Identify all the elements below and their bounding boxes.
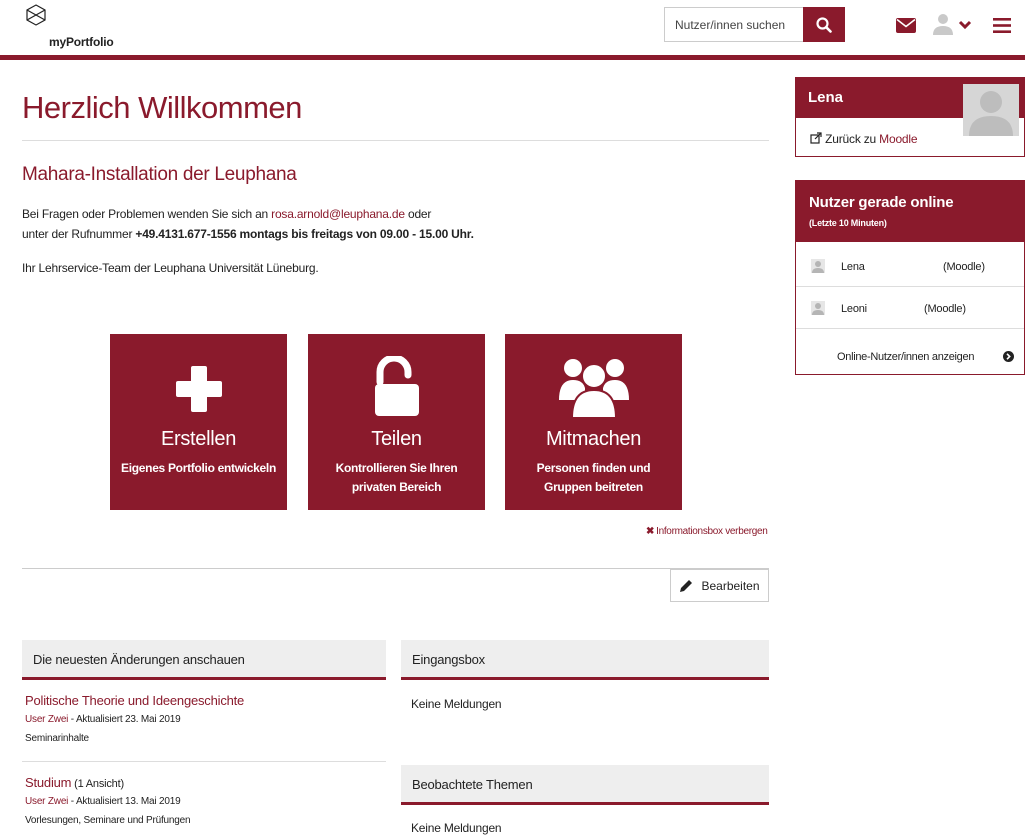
online-users-title: Nutzer gerade online xyxy=(809,194,954,211)
profile-card: Lena Zurück zu Moodle xyxy=(795,77,1025,157)
tile-create-title: Erstellen xyxy=(160,428,237,450)
user-icon xyxy=(811,301,825,315)
search-button[interactable] xyxy=(803,7,845,42)
search-input[interactable] xyxy=(664,7,804,42)
unlock-icon xyxy=(374,356,419,416)
back-to-moodle-link[interactable]: Zurück zu Moodle xyxy=(810,132,918,146)
feed-item-title-link[interactable]: Studium xyxy=(25,775,71,790)
tile-create-desc: Eigenes Portfolio entwickeln xyxy=(121,461,276,475)
user-icon[interactable] xyxy=(932,12,954,36)
search-icon xyxy=(816,16,832,33)
tile-share[interactable]: Teilen Kontrollieren Sie Ihren privaten … xyxy=(308,334,485,510)
user-icon xyxy=(811,259,825,273)
inbox-heading: Eingangsbox xyxy=(401,640,769,680)
mail-icon[interactable] xyxy=(896,18,916,33)
logo-icon[interactable] xyxy=(25,4,47,26)
external-link-icon xyxy=(810,132,822,144)
tile-participate-title: Mitmachen xyxy=(545,428,642,450)
online-user-source: (Moodle) xyxy=(924,303,966,315)
feed-divider xyxy=(22,761,386,762)
arrow-circle-right-icon[interactable] xyxy=(1003,351,1014,362)
feed-item-author-link[interactable]: User Zwei xyxy=(25,714,68,725)
hide-info-link[interactable]: ✖ Informationsbox verbergen xyxy=(646,526,768,537)
feed-item-title-link[interactable]: Politische Theorie und Ideengeschichte xyxy=(25,693,244,708)
intro-text: Bei Fragen oder Problemen wenden Sie sic… xyxy=(22,207,474,241)
watched-empty-text: Keine Meldungen xyxy=(411,821,502,835)
plus-icon xyxy=(175,366,222,412)
feed-item-author-link[interactable]: User Zwei xyxy=(25,796,68,807)
tile-participate[interactable]: Mitmachen Personen finden und Gruppen be… xyxy=(505,334,682,510)
logo-text[interactable]: myPortfolio xyxy=(49,35,114,49)
menu-icon[interactable] xyxy=(993,18,1011,33)
user-icon xyxy=(963,84,1019,136)
edit-button[interactable]: Bearbeiten xyxy=(670,569,769,602)
page-title: Herzlich Willkommen xyxy=(22,90,302,125)
show-online-users-link[interactable]: Online-Nutzer/innen anzeigen xyxy=(837,351,974,363)
list-item[interactable]: Lena (Moodle) xyxy=(796,247,1024,287)
section-subtitle: Mahara-Installation der Leuphana xyxy=(22,164,297,185)
watched-topics-heading: Beobachtete Themen xyxy=(401,765,769,805)
online-users-subtitle: (Letzte 10 Minuten) xyxy=(809,218,887,228)
tile-share-desc: Kontrollieren Sie Ihren privaten Bereich xyxy=(335,461,458,494)
header-divider xyxy=(0,55,1025,60)
online-users-header: Nutzer gerade online (Letzte 10 Minuten) xyxy=(796,181,1024,242)
recent-changes-heading: Die neuesten Änderungen anschauen xyxy=(22,640,386,680)
pencil-icon xyxy=(680,579,693,592)
signature-text: Ihr Lehrservice-Team der Leuphana Univer… xyxy=(22,261,319,275)
online-user-source: (Moodle) xyxy=(943,261,985,273)
online-user-name: Lena xyxy=(841,261,865,273)
avatar[interactable] xyxy=(963,84,1019,136)
tile-create[interactable]: Erstellen Eigenes Portfolio entwickeln xyxy=(110,334,287,510)
feed-item-tags: Vorlesungen, Seminare und Prüfungen xyxy=(25,815,191,826)
tile-participate-desc: Personen finden und Gruppen beitreten xyxy=(536,461,651,494)
edit-divider xyxy=(22,568,769,569)
online-users-card: Nutzer gerade online (Letzte 10 Minuten)… xyxy=(795,180,1025,375)
online-user-name: Leoni xyxy=(841,303,867,315)
chevron-down-icon[interactable] xyxy=(958,20,972,30)
title-divider xyxy=(22,140,769,141)
list-item: Studium (1 Ansicht) User Zwei - Aktualis… xyxy=(25,775,385,826)
inbox-empty-text: Keine Meldungen xyxy=(411,697,502,711)
list-item[interactable]: Leoni (Moodle) xyxy=(796,289,1024,329)
group-icon xyxy=(558,359,629,418)
tile-share-title: Teilen xyxy=(371,428,422,450)
contact-email-link[interactable]: rosa.arnold@leuphana.de xyxy=(271,207,405,221)
top-header: myPortfolio xyxy=(0,0,1025,56)
feed-item-tags: Seminarinhalte xyxy=(25,733,89,744)
close-icon: ✖ xyxy=(646,526,655,537)
list-item: Politische Theorie und Ideengeschichte U… xyxy=(25,693,385,744)
